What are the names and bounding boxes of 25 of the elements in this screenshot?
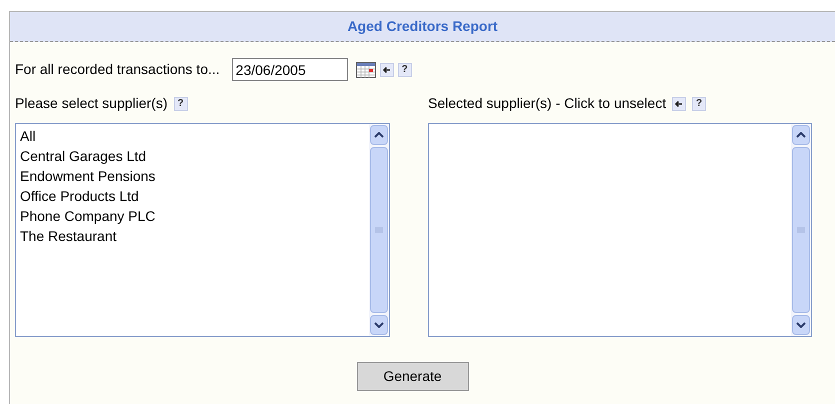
list-option[interactable]: All (20, 126, 365, 146)
list-option[interactable]: Endowment Pensions (20, 166, 365, 186)
generate-button[interactable]: Generate (356, 362, 468, 391)
report-title: Aged Creditors Report (347, 17, 498, 36)
date-field[interactable]: 23/06/2005 (232, 58, 348, 81)
date-label: For all recorded transactions to... (15, 60, 220, 79)
grip-icon (375, 227, 383, 233)
help-button[interactable]: ? (174, 96, 188, 110)
caret-down-icon[interactable] (374, 322, 384, 328)
scrollbar[interactable] (791, 124, 811, 336)
calendar-icon[interactable] (356, 62, 376, 78)
list-option[interactable]: Phone Company PLC (20, 206, 365, 226)
scrollbar[interactable] (369, 124, 389, 336)
supplier-list[interactable]: All Central Garages Ltd Endowment Pensions Office Products Ltd Phone Company PLC The Restaurant (15, 123, 390, 337)
list-option[interactable]: Office Products Ltd (20, 186, 365, 206)
caret-up-icon[interactable] (374, 132, 384, 138)
grip-icon (797, 227, 805, 233)
help-button[interactable]: ? (692, 96, 706, 110)
selected-suppliers-label: Selected supplier(s) - Click to unselect (428, 94, 666, 113)
list-option[interactable]: Central Garages Ltd (20, 146, 365, 166)
caret-up-icon[interactable] (796, 132, 806, 138)
list-option[interactable]: The Restaurant (20, 226, 365, 246)
caret-down-icon[interactable] (796, 322, 806, 328)
help-button[interactable]: ? (398, 62, 412, 76)
supplier-select-label: Please select supplier(s) (15, 94, 168, 113)
